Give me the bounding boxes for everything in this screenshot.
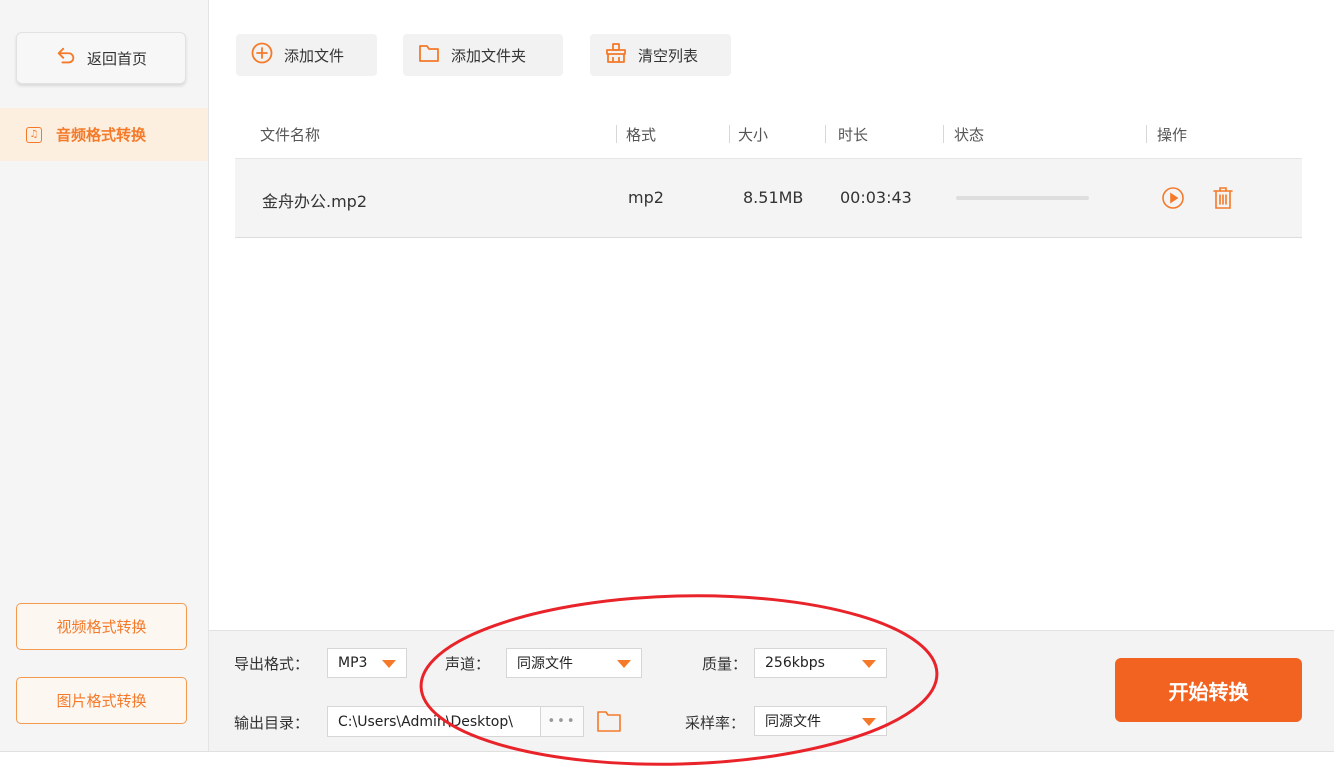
start-convert-label: 开始转换 <box>1168 679 1249 704</box>
folder-icon <box>417 41 441 69</box>
header-filename: 文件名称 <box>260 126 321 144</box>
header-status: 状态 <box>954 126 985 144</box>
conversion-progress-bar <box>956 196 1089 200</box>
chevron-down-icon <box>862 660 876 668</box>
clear-list-button[interactable]: 清空列表 <box>590 34 731 76</box>
clear-list-label: 清空列表 <box>638 46 699 65</box>
chevron-down-icon <box>617 660 631 668</box>
channel-label: 声道： <box>445 655 491 673</box>
export-format-value: MP3 <box>338 655 368 671</box>
image-convert-label: 图片格式转换 <box>56 692 147 710</box>
play-icon[interactable] <box>1160 185 1186 211</box>
add-file-label: 添加文件 <box>284 46 345 65</box>
open-folder-icon[interactable] <box>595 708 623 734</box>
channel-value: 同源文件 <box>517 656 573 672</box>
delete-trash-icon[interactable] <box>1210 185 1236 211</box>
chevron-down-icon <box>862 718 876 726</box>
music-note-icon: ♫ <box>26 126 42 143</box>
output-dir-value: C:\Users\Admin\Desktop\ <box>338 713 513 730</box>
add-file-button[interactable]: 添加文件 <box>236 34 377 76</box>
status-bar <box>0 751 1334 773</box>
settings-panel: 导出格式： MP3 声道： 同源文件 质量： 256kbps 输出目录： C:\… <box>209 630 1334 752</box>
header-size: 大小 <box>738 126 769 144</box>
sample-rate-value: 同源文件 <box>765 714 821 730</box>
header-divider <box>729 125 730 143</box>
output-dir-label: 输出目录： <box>234 714 310 732</box>
channel-select[interactable]: 同源文件 <box>506 648 642 678</box>
header-actions: 操作 <box>1157 126 1188 144</box>
file-size: 8.51MB <box>743 188 804 207</box>
back-home-button[interactable]: 返回首页 <box>16 32 186 84</box>
header-divider <box>616 125 617 143</box>
start-convert-button[interactable]: 开始转换 <box>1115 658 1302 722</box>
sidebar-item-audio-convert[interactable]: ♫ 音频格式转换 <box>0 108 208 161</box>
sidebar: 返回首页 ♫ 音频格式转换 视频格式转换 图片格式转换 <box>0 0 209 751</box>
file-name: 金舟办公.mp2 <box>262 192 368 211</box>
sample-rate-select[interactable]: 同源文件 <box>754 706 887 736</box>
table-row[interactable]: 金舟办公.mp2 mp2 8.51MB 00:03:43 <box>235 159 1302 238</box>
sidebar-item-label: 音频格式转换 <box>56 126 147 144</box>
video-convert-button[interactable]: 视频格式转换 <box>16 603 187 650</box>
quality-label: 质量： <box>702 655 748 673</box>
header-format: 格式 <box>626 126 657 144</box>
add-folder-label: 添加文件夹 <box>451 46 527 65</box>
video-convert-label: 视频格式转换 <box>56 618 147 636</box>
back-arrow-icon <box>55 45 77 71</box>
file-format: mp2 <box>628 188 664 207</box>
browse-more-button[interactable]: ••• <box>540 706 584 737</box>
export-format-label: 导出格式： <box>234 655 310 673</box>
quality-value: 256kbps <box>765 655 825 671</box>
quality-select[interactable]: 256kbps <box>754 648 887 678</box>
header-divider <box>1146 125 1147 143</box>
file-duration: 00:03:43 <box>840 188 912 207</box>
header-duration: 时长 <box>838 126 869 144</box>
header-divider <box>943 125 944 143</box>
back-home-label: 返回首页 <box>86 49 147 68</box>
file-table-header: 文件名称 格式 大小 时长 状态 操作 <box>235 110 1302 159</box>
more-dots-icon: ••• <box>547 714 577 729</box>
export-format-select[interactable]: MP3 <box>327 648 407 678</box>
header-divider <box>825 125 826 143</box>
image-convert-button[interactable]: 图片格式转换 <box>16 677 187 724</box>
sample-rate-label: 采样率： <box>685 714 746 732</box>
chevron-down-icon <box>382 660 396 668</box>
plus-circle-icon <box>250 41 274 69</box>
broom-icon <box>604 41 628 69</box>
add-folder-button[interactable]: 添加文件夹 <box>403 34 563 76</box>
